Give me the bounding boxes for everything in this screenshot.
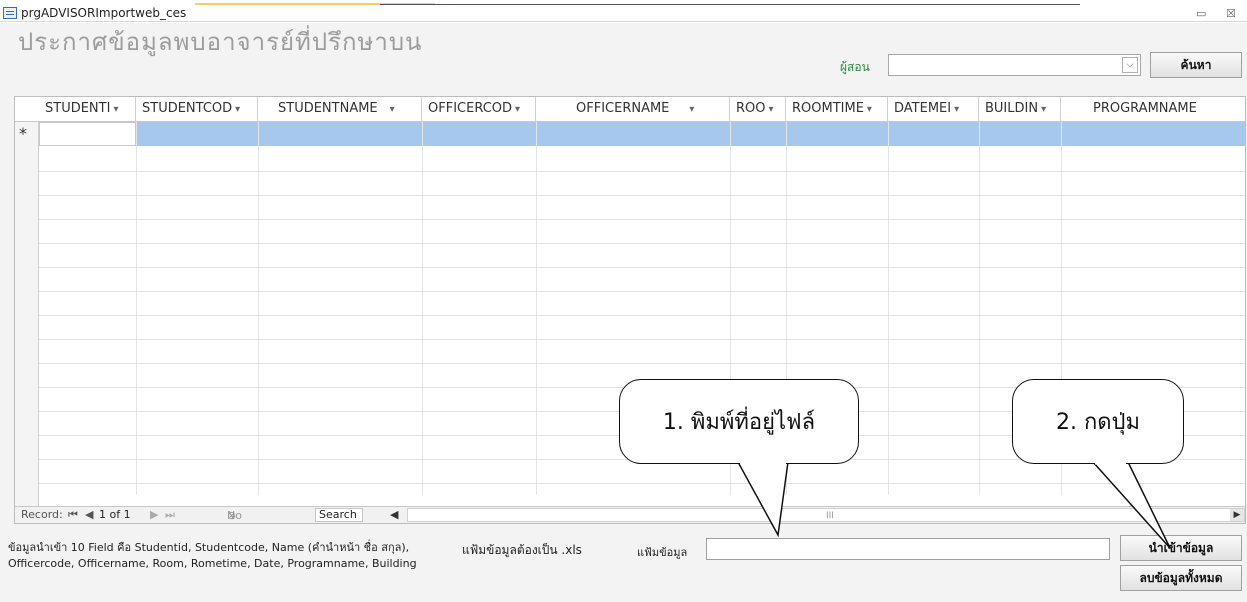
scroll-right-icon[interactable]: ▶ <box>1230 509 1244 521</box>
top-rule <box>380 4 1080 5</box>
file-format-note: แฟ้มข้อมูลต้องเป็น .xls <box>462 543 582 557</box>
column-header-programname[interactable]: PROGRAMNAME <box>1061 97 1245 122</box>
sort-dropdown-icon: ▾ <box>235 104 241 115</box>
record-position[interactable]: 1 of 1 <box>99 508 131 522</box>
search-button[interactable]: ค้นหา <box>1150 52 1242 78</box>
instructor-filter-label: ผู้สอน <box>840 60 870 74</box>
first-record-icon[interactable]: ⏮ <box>68 508 78 522</box>
callout-step-1: 1. พิมพ์ที่อยู่ไฟล์ <box>619 379 859 464</box>
column-header-roomtime[interactable]: ROOMTIME ▾ <box>786 97 888 122</box>
datasheet-header: STUDENTI ▾ STUDENTCOD ▾ STUDENTNAME ▾ OFFIC… <box>15 97 1245 122</box>
column-header-officername[interactable]: OFFICERNAME ▾ <box>536 97 730 122</box>
horizontal-scrollbar[interactable]: III ▶ <box>407 508 1245 522</box>
minimize-icon[interactable]: ▭ <box>1196 6 1206 21</box>
sort-dropdown-icon: ▾ <box>113 104 119 115</box>
column-header-studentid[interactable]: STUDENTI ▾ <box>39 97 136 122</box>
previous-record-icon[interactable]: ◀ <box>85 508 93 522</box>
scroll-thumb-grip: III <box>826 511 834 521</box>
form-icon <box>3 7 17 19</box>
callout-step-2-text: 2. กดปุ่ม <box>1055 410 1141 435</box>
import-data-button[interactable]: นำเข้าข้อมูล <box>1120 535 1242 561</box>
last-record-icon[interactable]: ⏭ <box>165 508 175 522</box>
sort-dropdown-icon: ▾ <box>515 104 521 115</box>
window-title: prgADVISORImportweb_ces <box>21 6 187 20</box>
window-titlebar: prgADVISORImportweb_ces ▭ ☒ <box>0 6 1247 22</box>
next-record-icon[interactable]: ▶ <box>150 508 158 522</box>
new-record-studentid-cell[interactable] <box>39 122 136 146</box>
column-header-building[interactable]: BUILDIN ▾ <box>979 97 1061 122</box>
record-search-box[interactable]: Search <box>315 508 363 522</box>
column-header-officercode[interactable]: OFFICERCOD ▾ <box>422 97 536 122</box>
new-record-marker: * <box>19 124 27 143</box>
column-header-datemeet[interactable]: DATEMEI ▾ <box>888 97 979 122</box>
instructor-combobox[interactable]: ⌵ <box>888 54 1141 76</box>
callout-step-2: 2. กดปุ่ม <box>1012 379 1184 464</box>
form-heading: ประกาศข้อมูลพบอาจารย์ที่ปรึกษาบน <box>18 28 423 56</box>
sort-dropdown-icon: ▾ <box>768 104 774 115</box>
file-path-input[interactable] <box>706 538 1110 560</box>
new-record-row[interactable] <box>39 122 1245 146</box>
sort-dropdown-icon: ▾ <box>954 104 960 115</box>
column-header-studentname[interactable]: STUDENTNAME ▾ <box>258 97 422 122</box>
record-selector-column[interactable] <box>15 97 39 523</box>
callout-step-1-text: 1. พิมพ์ที่อยู่ไฟล์ <box>662 410 816 435</box>
sort-dropdown-icon: ▾ <box>866 104 872 115</box>
sort-dropdown-icon: ▾ <box>1041 104 1047 115</box>
close-icon[interactable]: ☒ <box>1226 6 1236 21</box>
record-label: Record: <box>21 508 63 521</box>
sort-dropdown-icon: ▾ <box>689 104 695 115</box>
record-navigation-bar: Record: ⏮ ◀ 1 of 1 ▶ ⏭ ⊗ No Filter Searc… <box>15 506 1245 523</box>
chevron-down-icon[interactable]: ⌵ <box>1122 57 1138 73</box>
delete-all-data-button[interactable]: ลบข้อมูลทั้งหมด <box>1120 565 1242 591</box>
scroll-left-icon[interactable]: ◀ <box>390 508 398 522</box>
import-fields-description: ข้อมูลนำเข้า 10 Field คือ Studentid, Stu… <box>8 541 417 570</box>
column-header-studentcode[interactable]: STUDENTCOD ▾ <box>136 97 258 122</box>
sort-dropdown-icon: ▾ <box>389 104 395 115</box>
file-path-label: แฟ้มข้อมูล <box>637 546 688 559</box>
column-header-room[interactable]: ROO ▾ <box>730 97 786 122</box>
